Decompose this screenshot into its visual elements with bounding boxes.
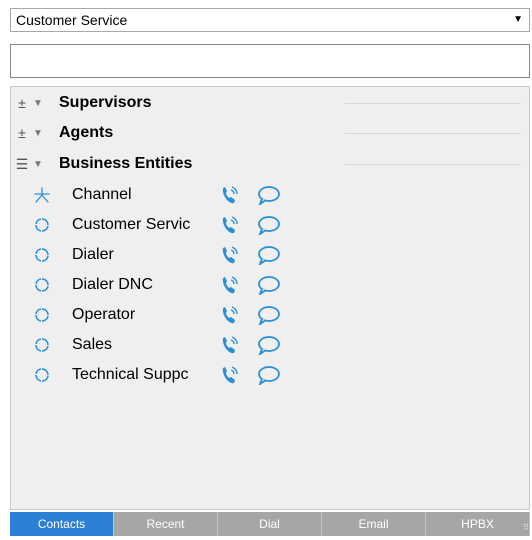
entity-row-technical-support[interactable]: Technical Suppc (11, 360, 341, 390)
chat-icon[interactable] (257, 335, 281, 355)
contacts-tree: ± ▼ Supervisors ± ▼ Agents ☰ ▼ Business … (10, 86, 530, 510)
tab-hpbx[interactable]: HPBX (426, 512, 530, 536)
queue-icon (35, 338, 49, 352)
entity-label: Sales (72, 336, 113, 353)
phone-icon[interactable] (220, 335, 240, 355)
entity-row-dialer[interactable]: Dialer (11, 240, 341, 270)
queue-icon (35, 368, 49, 382)
entity-label: Technical Suppc (72, 366, 189, 383)
bottom-tab-bar: Contacts Recent Dial Email HPBX ⠿ (10, 512, 530, 536)
tab-dial[interactable]: Dial (218, 512, 322, 536)
expand-icon[interactable]: ± (15, 90, 29, 116)
tab-recent[interactable]: Recent (114, 512, 218, 536)
divider (345, 133, 521, 134)
entity-row-channel[interactable]: Channel (11, 180, 341, 210)
phone-icon[interactable] (220, 275, 240, 295)
queue-icon (35, 278, 49, 292)
entity-label: Dialer (72, 246, 114, 263)
triangle-down-icon[interactable]: ▼ (33, 121, 43, 147)
queue-selector-dropdown[interactable]: Customer Service ▼ (10, 8, 530, 32)
phone-icon[interactable] (220, 185, 240, 205)
queue-icon (35, 308, 49, 322)
collapse-icon[interactable]: ☰ (15, 151, 29, 177)
queue-icon (35, 218, 49, 232)
chevron-down-icon[interactable]: ▼ (513, 9, 523, 31)
entity-label: Operator (72, 306, 136, 323)
expand-icon[interactable]: ± (15, 120, 29, 146)
divider (345, 164, 521, 165)
queue-selector-value: Customer Service (16, 12, 128, 28)
entity-label: Dialer DNC (72, 276, 153, 293)
chat-icon[interactable] (257, 245, 281, 265)
chat-icon[interactable] (257, 305, 281, 325)
chat-icon[interactable] (257, 365, 281, 385)
entity-label: Customer Servic (72, 216, 191, 233)
chat-icon[interactable] (257, 185, 281, 205)
chat-icon[interactable] (257, 215, 281, 235)
group-label: Supervisors (59, 94, 152, 111)
phone-icon[interactable] (220, 305, 240, 325)
entity-label: Channel (72, 186, 132, 203)
tab-contacts[interactable]: Contacts (10, 512, 114, 536)
tab-email[interactable]: Email (322, 512, 426, 536)
group-label: Agents (59, 124, 114, 141)
group-label: Business Entities (59, 155, 193, 172)
entity-row-sales[interactable]: Sales (11, 330, 341, 360)
divider (345, 103, 521, 104)
search-input[interactable] (10, 44, 530, 78)
resize-grip-icon[interactable]: ⠿ (523, 523, 529, 532)
group-supervisors[interactable]: ± ▼ Supervisors (11, 90, 529, 116)
phone-icon[interactable] (220, 245, 240, 265)
entity-row-customer-service[interactable]: Customer Servic (11, 210, 341, 240)
group-agents[interactable]: ± ▼ Agents (11, 120, 529, 146)
entity-row-dialer-dnc[interactable]: Dialer DNC (11, 270, 341, 300)
phone-icon[interactable] (220, 365, 240, 385)
phone-icon[interactable] (220, 215, 240, 235)
triangle-down-icon[interactable]: ▼ (33, 91, 43, 117)
group-business-entities[interactable]: ☰ ▼ Business Entities (11, 151, 529, 177)
entity-row-operator[interactable]: Operator (11, 300, 341, 330)
triangle-down-icon[interactable]: ▼ (33, 152, 43, 178)
chat-icon[interactable] (257, 275, 281, 295)
queue-icon (35, 248, 49, 262)
channel-icon (34, 187, 50, 203)
